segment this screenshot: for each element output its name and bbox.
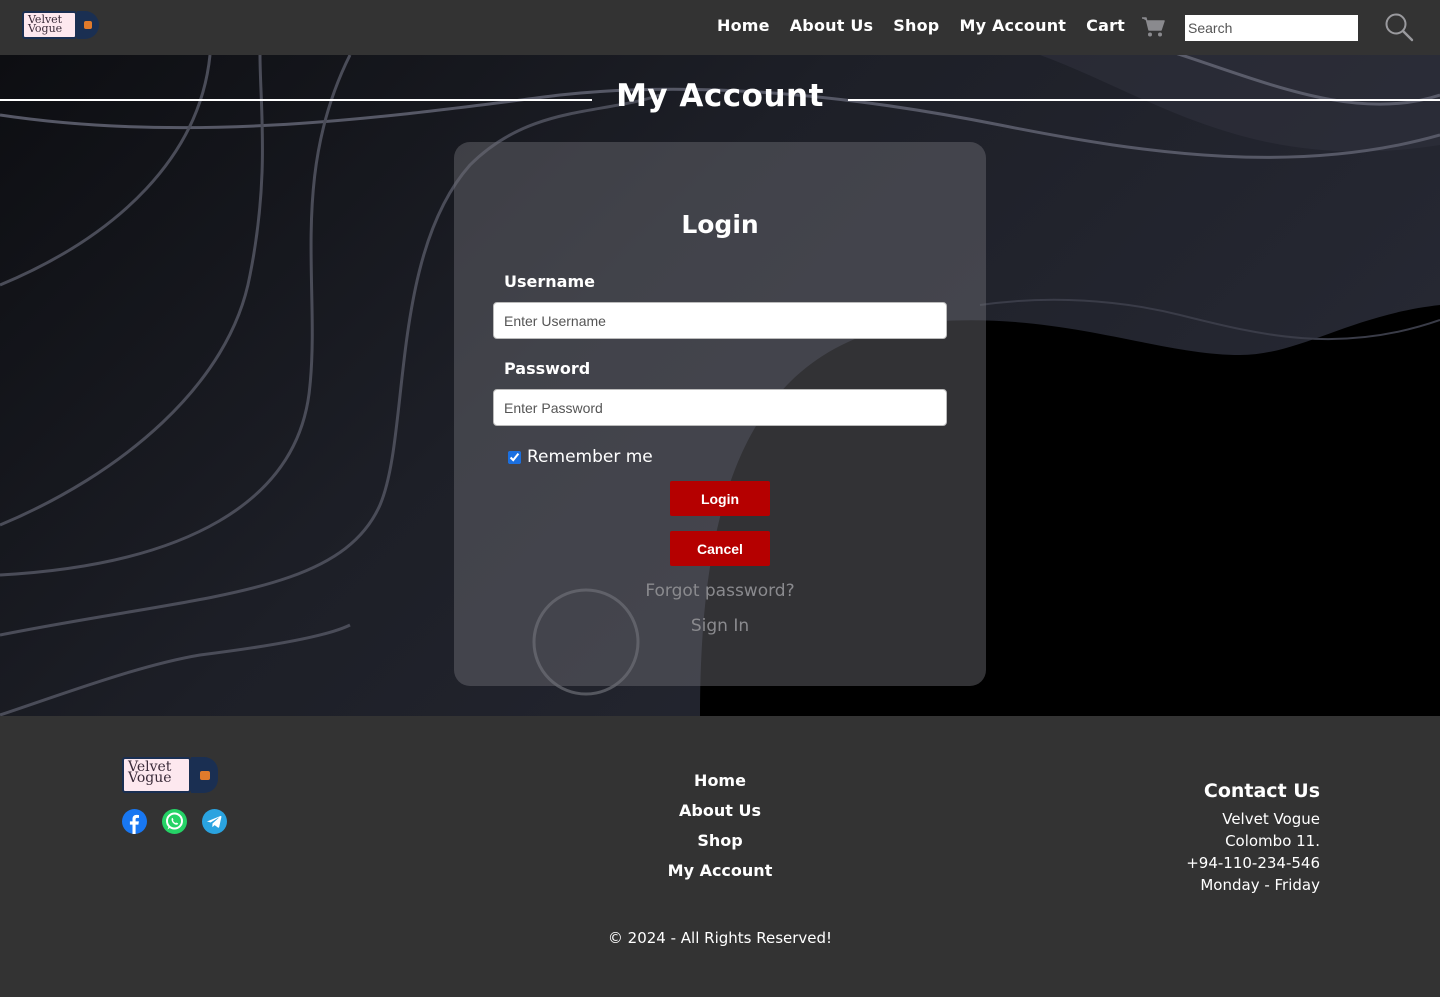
hero-section: My Account Login Username Password Remem… bbox=[0, 55, 1440, 716]
remember-me-row: Remember me bbox=[508, 447, 653, 467]
brand-logo[interactable]: Velvet Vogue bbox=[22, 11, 99, 39]
contact-hours: Monday - Friday bbox=[1200, 876, 1320, 894]
logo-tag bbox=[77, 11, 99, 39]
contact-title: Contact Us bbox=[1203, 780, 1320, 802]
footer-link-my-account[interactable]: My Account bbox=[620, 856, 820, 886]
title-divider-left bbox=[0, 99, 592, 101]
sign-in-link[interactable]: Sign In bbox=[454, 616, 986, 636]
login-button[interactable]: Login bbox=[670, 481, 770, 516]
search-icon[interactable] bbox=[1384, 12, 1414, 42]
footer-link-home[interactable]: Home bbox=[620, 766, 820, 796]
footer-link-about[interactable]: About Us bbox=[620, 796, 820, 826]
password-input[interactable] bbox=[493, 389, 947, 426]
contact-block: Contact Us Velvet Vogue Colombo 11. +94-… bbox=[1186, 780, 1320, 896]
contact-address: Colombo 11. bbox=[1225, 832, 1320, 850]
cart-icon[interactable] bbox=[1141, 16, 1165, 38]
footer-logo-wordmark: Velvet Vogue bbox=[122, 757, 191, 793]
footer-brand-logo[interactable]: Velvet Vogue bbox=[122, 757, 218, 793]
username-label: Username bbox=[504, 272, 595, 291]
nav-link-cart[interactable]: Cart bbox=[1086, 16, 1125, 35]
telegram-icon[interactable] bbox=[202, 809, 227, 834]
nav-link-shop[interactable]: Shop bbox=[893, 16, 939, 35]
footer: Velvet Vogue Home About Us Shop My Accou… bbox=[0, 716, 1440, 997]
navbar: Velvet Vogue Home About Us Shop My Accou… bbox=[0, 0, 1440, 55]
footer-nav: Home About Us Shop My Account bbox=[620, 766, 820, 886]
forgot-password-link[interactable]: Forgot password? bbox=[454, 581, 986, 601]
cancel-button[interactable]: Cancel bbox=[670, 531, 770, 566]
footer-link-shop[interactable]: Shop bbox=[620, 826, 820, 856]
login-card: Login Username Password Remember me Logi… bbox=[454, 142, 986, 686]
nav-menu: Home About Us Shop My Account Cart bbox=[717, 16, 1125, 35]
logo-line-2: Vogue bbox=[28, 21, 63, 35]
contact-phone: +94-110-234-546 bbox=[1186, 854, 1320, 872]
shopping-bag-icon bbox=[199, 770, 210, 780]
nav-link-about[interactable]: About Us bbox=[790, 16, 874, 35]
username-input[interactable] bbox=[493, 302, 947, 339]
shopping-bag-icon bbox=[84, 21, 92, 29]
footer-logo-line-2: Vogue bbox=[128, 769, 172, 786]
remember-me-label[interactable]: Remember me bbox=[527, 447, 653, 467]
contact-name: Velvet Vogue bbox=[1222, 810, 1320, 828]
page-title: My Account bbox=[616, 78, 824, 114]
facebook-icon[interactable] bbox=[122, 809, 147, 834]
login-heading: Login bbox=[681, 210, 759, 239]
title-divider-right bbox=[848, 99, 1440, 101]
nav-link-home[interactable]: Home bbox=[717, 16, 770, 35]
password-label: Password bbox=[504, 359, 591, 378]
logo-wordmark: Velvet Vogue bbox=[22, 11, 77, 39]
whatsapp-icon[interactable] bbox=[162, 809, 187, 834]
search-input[interactable] bbox=[1185, 15, 1358, 41]
footer-logo-tag bbox=[191, 757, 218, 793]
nav-link-my-account[interactable]: My Account bbox=[959, 16, 1066, 35]
social-links bbox=[122, 809, 227, 834]
remember-me-checkbox[interactable] bbox=[508, 450, 521, 464]
copyright-text: © 2024 - All Rights Reserved! bbox=[607, 929, 833, 947]
